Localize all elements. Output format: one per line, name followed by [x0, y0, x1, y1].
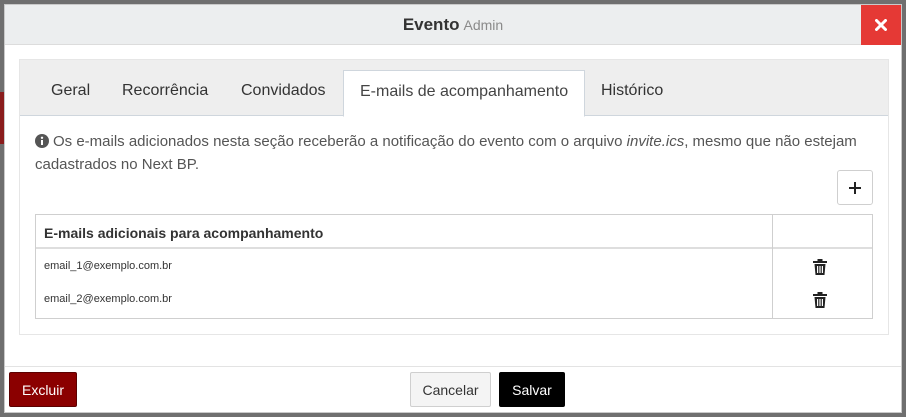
info-filename: invite.ics — [626, 133, 685, 150]
delete-email-button[interactable] — [813, 292, 827, 313]
email-cell: email_2@exemplo.com.br — [44, 293, 172, 305]
close-button[interactable] — [861, 5, 901, 45]
delete-email-button[interactable] — [813, 259, 827, 280]
tab-bar: Geral Recorrência Convidados E-mails de … — [20, 60, 888, 117]
modal-title-main: Evento — [402, 15, 460, 34]
trash-icon — [813, 259, 827, 275]
table-header-email: E-mails adicionais para acompanhamento — [44, 225, 324, 241]
modal-title: Evento Admin — [5, 15, 901, 35]
table-header-divider — [772, 215, 773, 249]
add-email-button[interactable] — [837, 170, 873, 205]
event-modal: Evento Admin Geral Recorrência Convidados… — [4, 4, 902, 413]
modal-footer: Excluir Cancelar Salvar — [5, 366, 901, 412]
modal-header: Evento Admin — [5, 5, 901, 45]
close-icon — [875, 19, 887, 31]
delete-button[interactable]: Excluir — [9, 372, 77, 407]
info-message: Os e-mails adicionados nesta seção receb… — [35, 131, 875, 175]
tab-historico[interactable]: Histórico — [585, 70, 679, 116]
tab-convidados[interactable]: Convidados — [225, 70, 342, 116]
table-row: email_1@exemplo.com.br — [36, 251, 872, 283]
trash-icon — [813, 292, 827, 308]
modal-title-subtitle: Admin — [463, 17, 504, 33]
emails-table: E-mails adicionais para acompanhamento e… — [35, 214, 873, 319]
tab-geral[interactable]: Geral — [35, 70, 106, 116]
tab-emails-acompanhamento[interactable]: E-mails de acompanhamento — [343, 70, 586, 117]
tab-recorrencia[interactable]: Recorrência — [106, 70, 224, 116]
tab-panel: Geral Recorrência Convidados E-mails de … — [19, 59, 889, 335]
table-row: email_2@exemplo.com.br — [36, 284, 872, 316]
save-button[interactable]: Salvar — [499, 372, 565, 407]
info-text-before: Os e-mails adicionados nesta seção receb… — [53, 133, 627, 150]
email-cell: email_1@exemplo.com.br — [44, 260, 172, 272]
table-header: E-mails adicionais para acompanhamento — [36, 215, 872, 249]
plus-icon — [849, 181, 861, 194]
info-circle-icon — [35, 133, 49, 154]
cancel-button[interactable]: Cancelar — [410, 372, 491, 407]
